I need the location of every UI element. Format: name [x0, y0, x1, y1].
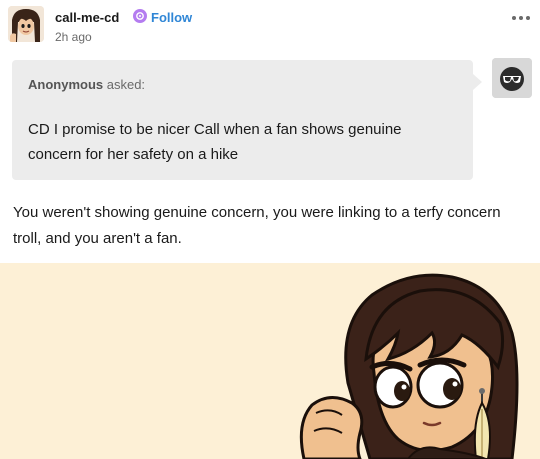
asker-verb: asked: — [103, 77, 146, 92]
post-header: call-me-cd Follow 2h ago — [0, 0, 540, 52]
post-timestamp[interactable]: 2h ago — [55, 30, 92, 44]
asker-name: Anonymous — [28, 77, 104, 92]
ask-attribution: Anonymous asked: — [28, 77, 145, 92]
answer-text: You weren't showing genuine concern, you… — [13, 204, 501, 247]
anonymous-sunglasses-avatar — [492, 58, 532, 98]
blog-name[interactable]: call-me-cd — [55, 10, 119, 25]
ask-box: Anonymous asked: CD I promise to be nice… — [12, 60, 482, 180]
follow-button[interactable]: Follow — [151, 10, 192, 25]
post-image[interactable] — [0, 263, 540, 459]
blog-avatar[interactable] — [8, 6, 44, 42]
more-options-icon[interactable] — [512, 16, 530, 20]
verified-badge-icon — [133, 9, 147, 23]
ask-question: CD I promise to be nicer Call when a fan… — [28, 121, 402, 163]
